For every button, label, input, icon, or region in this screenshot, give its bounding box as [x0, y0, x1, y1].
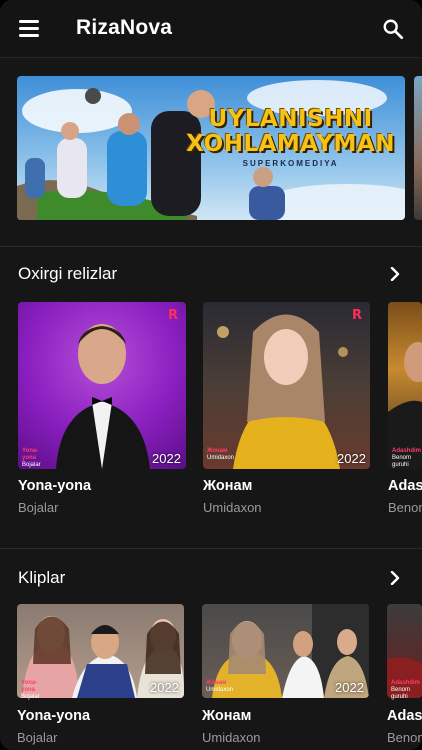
- clip-artist[interactable]: Bojalar: [17, 730, 57, 745]
- search-icon[interactable]: [382, 18, 404, 40]
- release-cover: [18, 302, 186, 469]
- hero-title-line1: UYLANISHNI: [208, 106, 373, 132]
- section-title-clips: Kliplar: [18, 568, 66, 587]
- brand-logo-icon: R: [352, 308, 363, 323]
- release-artist[interactable]: Bojalar: [18, 500, 58, 515]
- app-header: RizaNova: [0, 0, 422, 58]
- clip-artist[interactable]: Benom guruhi: [387, 730, 422, 745]
- chevron-right-icon[interactable]: [388, 571, 402, 585]
- release-title[interactable]: Жонам: [203, 478, 252, 494]
- hero-next-banner[interactable]: [414, 76, 422, 220]
- brand-logo-icon: R: [168, 308, 179, 323]
- clip-title[interactable]: Жонам: [202, 708, 251, 724]
- hamburger-menu-icon[interactable]: [19, 20, 39, 37]
- clip-title[interactable]: Yona-yona: [17, 708, 90, 724]
- hero-title: UYLANISHNI XOHLAMAYMAN SUPERKOMEDIYA: [186, 108, 395, 168]
- release-artist[interactable]: Benom guruhi: [388, 500, 422, 515]
- clip-artist[interactable]: Umidaxon: [202, 730, 261, 745]
- divider: [0, 548, 422, 549]
- clip-title[interactable]: Adashdim: [387, 708, 422, 724]
- release-title[interactable]: Adashdim: [388, 478, 422, 494]
- release-cover: [203, 302, 370, 469]
- hero-title-line2: XOHLAMAYMAN: [186, 131, 395, 157]
- release-cover: [388, 302, 422, 469]
- hero-tagline: SUPERKOMEDIYA: [242, 159, 339, 168]
- hero-banner[interactable]: UYLANISHNI XOHLAMAYMAN SUPERKOMEDIYA: [17, 76, 405, 220]
- app-screen: RizaNova UYLANISHNI XOHLAMAYMAN SUPERKOM…: [0, 0, 422, 750]
- app-title: RizaNova: [76, 16, 173, 39]
- release-artist[interactable]: Umidaxon: [203, 500, 262, 515]
- chevron-right-icon[interactable]: [388, 267, 402, 281]
- section-title-latest-releases: Oxirgi relizlar: [18, 264, 118, 283]
- divider: [0, 246, 422, 247]
- release-title[interactable]: Yona-yona: [18, 478, 91, 494]
